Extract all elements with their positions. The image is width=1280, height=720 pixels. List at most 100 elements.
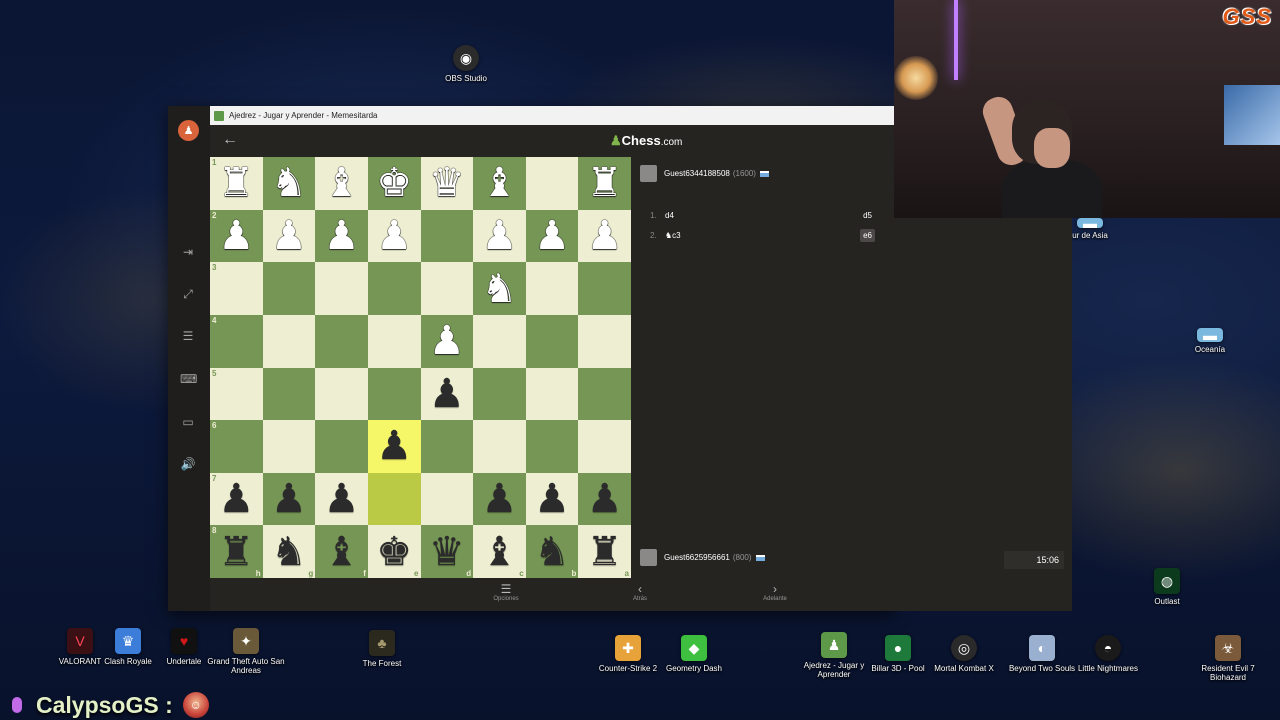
board-square[interactable] [578,367,631,421]
board-square[interactable]: e ♚ [367,525,421,578]
board-square[interactable]: ♞ [262,157,316,210]
forward-move-button[interactable]: › Adelante [745,582,805,602]
board-square[interactable] [315,367,368,421]
board-square[interactable]: ♝ [315,157,368,210]
board-square[interactable]: ♟ [262,209,316,263]
black-rook-piece[interactable]: ♜ [587,532,623,572]
board-square[interactable]: 3 [210,262,263,315]
board-square[interactable] [367,367,421,421]
volume-icon[interactable]: 🔊 [180,456,196,472]
board-square[interactable]: b ♞ [525,525,579,578]
desktop-icon-little-nightmares[interactable]: ◓ Little Nightmares [1068,635,1148,673]
board-square[interactable] [315,420,368,473]
board-square[interactable]: ♟ [525,209,579,263]
board-square[interactable] [262,420,316,473]
white-pawn-piece[interactable]: ♟ [429,321,465,361]
user-avatar[interactable]: ♟ [178,120,199,141]
white-pawn-piece[interactable]: ♟ [534,216,570,256]
back-arrow-icon[interactable]: ← [222,131,238,149]
black-knight-piece[interactable]: ♞ [534,532,570,572]
board-square[interactable] [367,262,421,315]
desktop-icon-mortal-kombat[interactable]: ◎ Mortal Kombat X [924,635,1004,673]
board-square[interactable]: ♚ [367,157,421,210]
board-square[interactable] [473,420,526,473]
board-square[interactable] [525,262,579,315]
board-square[interactable] [262,262,316,315]
board-square[interactable] [525,157,579,210]
board-square[interactable]: ♜ [578,157,631,210]
black-pawn-piece[interactable]: ♟ [271,479,307,519]
board-square[interactable]: a ♜ [578,525,631,578]
black-pawn-piece[interactable]: ♟ [218,479,254,519]
white-rook-piece[interactable]: ♜ [587,163,623,203]
desktop-icon-outlast[interactable]: ◍ Outlast [1127,568,1207,606]
board-square[interactable] [578,314,631,368]
black-pawn-piece[interactable]: ♟ [587,479,623,519]
white-king-piece[interactable]: ♚ [376,163,412,203]
white-rook-piece[interactable]: ♜ [218,163,254,203]
board-square[interactable]: d ♛ [420,525,474,578]
white-move[interactable]: d4 [665,211,860,220]
black-bishop-piece[interactable]: ♝ [324,532,360,572]
black-bishop-piece[interactable]: ♝ [482,532,518,572]
white-knight-piece[interactable]: ♞ [271,163,307,203]
board-square[interactable]: 6 [210,420,263,473]
board-square[interactable] [315,314,368,368]
board-square[interactable]: 5 [210,367,263,421]
board-square[interactable] [420,209,474,263]
black-move-selected[interactable]: e6 [860,228,875,242]
black-knight-piece[interactable]: ♞ [271,532,307,572]
desktop-icon-oceania[interactable]: ▬ Oceanía [1170,327,1250,354]
board-square[interactable] [420,420,474,473]
black-pawn-piece[interactable]: ♟ [376,426,412,466]
board-square[interactable]: 8 h ♜ [210,525,263,578]
board-square[interactable] [473,367,526,421]
black-pawn-piece[interactable]: ♟ [324,479,360,519]
black-king-piece[interactable]: ♚ [376,532,412,572]
board-square[interactable]: ♛ [420,157,474,210]
board-square[interactable]: 2 ♟ [210,209,263,263]
back-move-button[interactable]: ‹ Atrás [610,582,670,602]
tag-icon[interactable]: ▭ [180,414,196,430]
white-pawn-piece[interactable]: ♟ [271,216,307,256]
board-square[interactable]: ♟ [315,472,368,526]
board-square[interactable] [367,472,421,526]
player-name[interactable]: Guest6344188508 [664,169,730,178]
board-square[interactable]: ♟ [525,472,579,526]
board-square[interactable]: ♟ [578,472,631,526]
board-square[interactable] [578,262,631,315]
board-square[interactable]: ♟ [473,472,526,526]
white-move[interactable]: ♞c3 [665,231,860,240]
board-square[interactable]: ♟ [420,314,474,368]
board-square[interactable]: ♟ [367,209,421,263]
black-queen-piece[interactable]: ♛ [429,532,465,572]
board-square[interactable] [420,472,474,526]
white-pawn-piece[interactable]: ♟ [324,216,360,256]
board-square[interactable] [367,314,421,368]
board-square[interactable]: ♟ [420,367,474,421]
desktop-icon-obs[interactable]: ◉ OBS Studio [426,45,506,83]
board-square[interactable]: c ♝ [473,525,526,578]
board-square[interactable]: ♟ [262,472,316,526]
board-square[interactable]: ♟ [315,209,368,263]
white-queen-piece[interactable]: ♛ [429,163,465,203]
board-square[interactable] [578,420,631,473]
board-square[interactable] [315,262,368,315]
board-square[interactable]: 7 ♟ [210,472,263,526]
black-pawn-piece[interactable]: ♟ [429,374,465,414]
desktop-icon-geometry-dash[interactable]: ◆ Geometry Dash [654,635,734,673]
desktop-icon-resident-evil[interactable]: ☣ Resident Evil 7 Biohazard [1188,635,1268,682]
desktop-icon-the-forest[interactable]: ♣ The Forest [342,630,422,668]
board-square[interactable]: 1 ♜ [210,157,263,210]
board-square[interactable] [525,314,579,368]
board-square[interactable] [525,367,579,421]
board-square[interactable] [262,367,316,421]
expand-icon[interactable]: ⤢ [180,286,196,302]
board-square[interactable]: g ♞ [262,525,316,578]
board-square[interactable] [473,314,526,368]
white-knight-piece[interactable]: ♞ [482,269,518,309]
white-pawn-piece[interactable]: ♟ [482,216,518,256]
options-button[interactable]: ☰ Opciones [476,582,536,602]
white-bishop-piece[interactable]: ♝ [482,163,518,203]
board-square[interactable] [525,420,579,473]
